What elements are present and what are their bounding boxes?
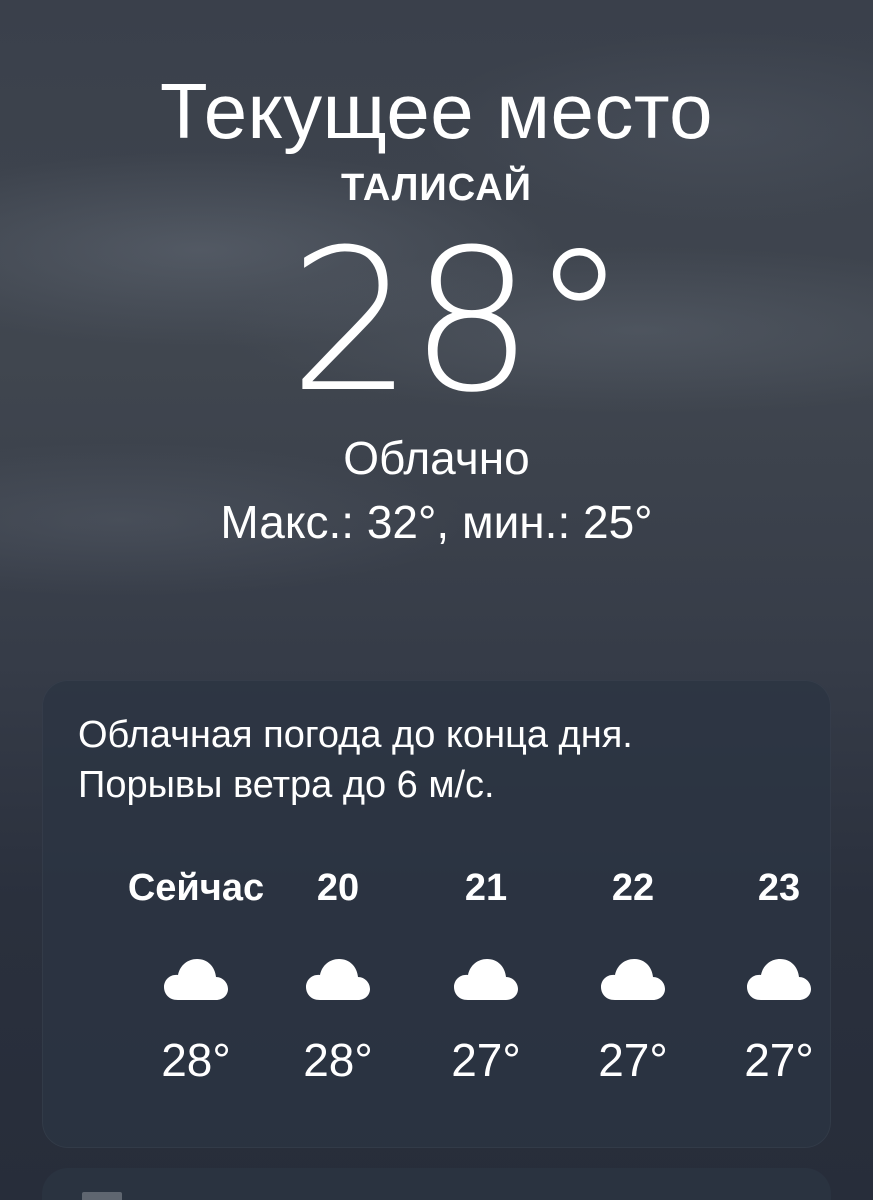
hour-label: 23	[757, 867, 801, 909]
hourly-forecast-row[interactable]: Сейчас 28° 20 28° 21 27° 22 27° 23 27°	[42, 858, 831, 1118]
location-title: Текущее место	[159, 67, 714, 155]
hour-label: 20	[316, 867, 360, 909]
cloud-icon	[306, 959, 370, 1000]
hour-label: Сейчас	[127, 867, 265, 909]
hour-temperature: 27°	[451, 1034, 521, 1086]
hourly-forecast-card[interactable]: Облачная погода до конца дня. Порывы вет…	[42, 680, 831, 1148]
cloud-icon	[454, 959, 518, 1000]
hour-temperature: 28°	[161, 1034, 231, 1086]
weather-condition: Облачно	[343, 432, 530, 484]
forecast-summary: Облачная погода до конца дня. Порывы вет…	[78, 710, 798, 810]
next-forecast-card[interactable]	[42, 1168, 831, 1200]
high-low-temperature: Макс.: 32°, мин.: 25°	[220, 496, 653, 548]
cloud-icon	[164, 959, 228, 1000]
city-name: ТАЛИСАЙ	[341, 167, 532, 209]
hour-label: 21	[464, 867, 508, 909]
current-temperature: 28°	[288, 208, 628, 436]
hour-temperature: 27°	[744, 1034, 814, 1086]
cloud-icon	[747, 959, 811, 1000]
hour-temperature: 27°	[598, 1034, 668, 1086]
hour-label: 22	[611, 867, 655, 909]
calendar-icon	[82, 1192, 122, 1200]
forecast-summary-line: Облачная погода до конца дня.	[78, 714, 633, 756]
cloud-icon	[601, 959, 665, 1000]
hour-temperature: 28°	[303, 1034, 373, 1086]
forecast-summary-line: Порывы ветра до 6 м/с.	[78, 764, 495, 806]
